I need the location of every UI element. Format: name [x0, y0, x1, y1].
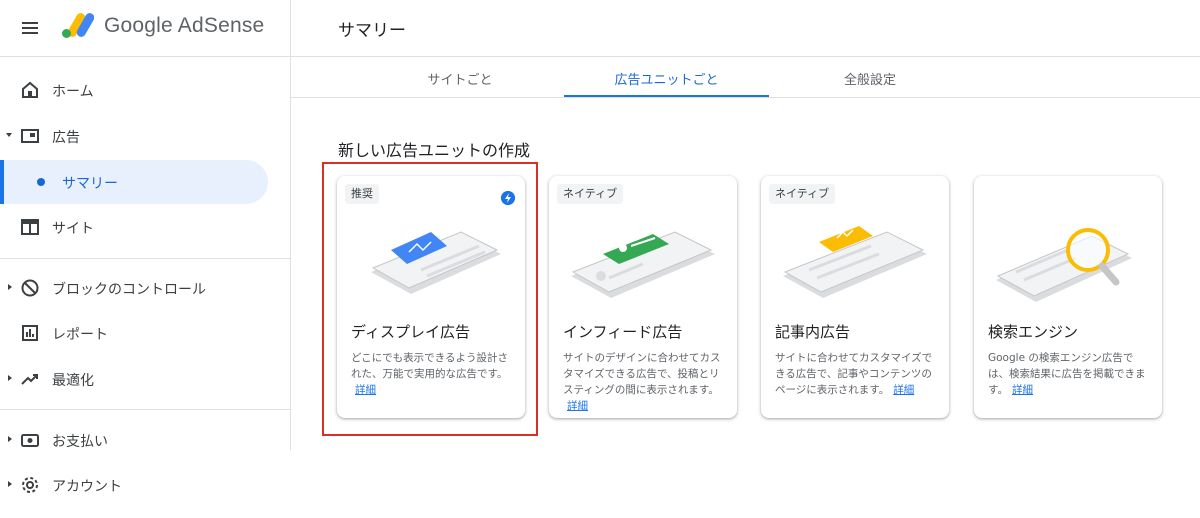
sidebar-divider	[290, 0, 291, 450]
sidebar-item-block-controls[interactable]: ブロックのコントロール	[0, 266, 290, 310]
display-ad-illustration	[371, 231, 501, 294]
payments-icon	[21, 434, 39, 447]
report-icon	[22, 325, 38, 341]
sidebar-item-label: お支払い	[52, 434, 108, 450]
tab-label: 広告ユニットごと	[614, 73, 719, 88]
trending-up-icon	[21, 374, 38, 385]
sidebar-item-label: ブロックのコントロール	[52, 282, 206, 298]
learn-more-link[interactable]: 詳細	[567, 400, 588, 412]
in-feed-ad-illustration	[571, 231, 715, 298]
recommended-badge: 推奨	[345, 184, 379, 204]
sidebar-item-payments[interactable]: お支払い	[0, 418, 290, 462]
chevron-right-icon	[8, 284, 12, 290]
sidebar-item-sites[interactable]: サイト	[0, 205, 290, 249]
card-title: インフィード広告	[563, 323, 683, 341]
card-display-ads[interactable]: 推奨 ディスプレイ広告 どこにでも表示できるよう設計された、万能で実用的な広告で…	[337, 176, 525, 418]
home-icon	[22, 81, 38, 98]
sidebar-item-reports[interactable]: レポート	[0, 311, 290, 355]
learn-more-link[interactable]: 詳細	[1012, 384, 1033, 396]
card-title: 記事内広告	[775, 323, 851, 341]
chevron-right-icon	[8, 481, 12, 487]
sidebar-item-optimization[interactable]: 最適化	[0, 357, 290, 401]
card-search-engine-ads[interactable]: 検索エンジン Google の検索エンジン広告では、検索結果に広告を掲載できます…	[974, 176, 1162, 418]
sidebar-item-ads[interactable]: 広告	[0, 114, 290, 158]
card-description: Google の検索エンジン広告では、検索結果に広告を掲載できます。 詳細	[988, 350, 1152, 398]
sidebar-item-label: サマリー	[62, 176, 118, 192]
app-header: Google AdSense	[0, 0, 290, 56]
sidebar-item-label: 広告	[52, 130, 80, 146]
card-title: 検索エンジン	[988, 323, 1079, 341]
sidebar-item-label: レポート	[52, 327, 108, 343]
app-title: Google AdSense	[104, 14, 265, 37]
chevron-right-icon	[8, 375, 12, 381]
in-article-ad-illustration	[783, 226, 927, 298]
section-title: 新しい広告ユニットの作成	[338, 141, 531, 160]
tab-by-ad-unit[interactable]: 広告ユニットごと	[564, 57, 769, 97]
sidebar-item-label: アカウント	[52, 479, 122, 495]
card-description: サイトのデザインに合わせてカスタマイズできる広告で、投稿とリスティングの間に表示…	[563, 350, 727, 414]
search-ad-illustration	[996, 228, 1132, 302]
sidebar-item-label: ホーム	[52, 84, 94, 100]
description-text: どこにでも表示できるよう設計された、万能で実用的な広告です。	[351, 352, 508, 380]
dot-icon	[37, 178, 45, 186]
adsense-logo	[62, 13, 94, 38]
tab-by-site[interactable]: サイトごと	[380, 57, 540, 97]
tab-general-settings[interactable]: 全般設定	[790, 57, 950, 97]
card-description: サイトに合わせてカスタマイズできる広告で、記事やコンテンツのページに表示されます…	[775, 350, 939, 398]
card-description: どこにでも表示できるよう設計された、万能で実用的な広告です。詳細	[351, 350, 515, 398]
lightning-icon	[501, 191, 515, 205]
card-title: ディスプレイ広告	[351, 323, 470, 341]
learn-more-link[interactable]: 詳細	[893, 384, 914, 396]
site-icon	[21, 219, 39, 235]
card-in-article-ads[interactable]: ネイティブ 記事内広告 サイトに合わせてカスタマイズできる広告で、記事やコンテン…	[761, 176, 949, 418]
tabs-divider	[291, 97, 1200, 98]
tab-label: 全般設定	[843, 73, 896, 88]
block-icon	[21, 279, 39, 297]
page-title: サマリー	[338, 21, 406, 41]
native-badge: ネイティブ	[557, 184, 624, 204]
menu-icon[interactable]	[16, 14, 44, 42]
learn-more-link[interactable]: 詳細	[355, 384, 376, 396]
active-indicator	[0, 160, 4, 204]
native-badge: ネイティブ	[769, 184, 836, 204]
gear-icon	[22, 477, 38, 493]
sidebar: Google AdSense ホーム 広告 サマリー サイト ブロックのコントロ…	[0, 0, 290, 518]
sidebar-item-summary[interactable]: サマリー	[0, 160, 268, 204]
tab-label: サイトごと	[427, 73, 493, 88]
sidebar-item-account[interactable]: アカウント	[0, 463, 290, 507]
description-text: サイトのデザインに合わせてカスタマイズできる広告で、投稿とリスティングの間に表示…	[563, 352, 721, 396]
sidebar-item-label: サイト	[52, 221, 94, 237]
sidebar-item-home[interactable]: ホーム	[0, 68, 290, 112]
chevron-down-icon	[6, 133, 12, 137]
card-in-feed-ads[interactable]: ネイティブ インフィード広告 サイトのデザインに合わせてカスタマイズできる広告で…	[549, 176, 737, 418]
ads-icon	[21, 129, 39, 143]
chevron-right-icon	[8, 436, 12, 442]
sidebar-item-label: 最適化	[52, 373, 94, 389]
